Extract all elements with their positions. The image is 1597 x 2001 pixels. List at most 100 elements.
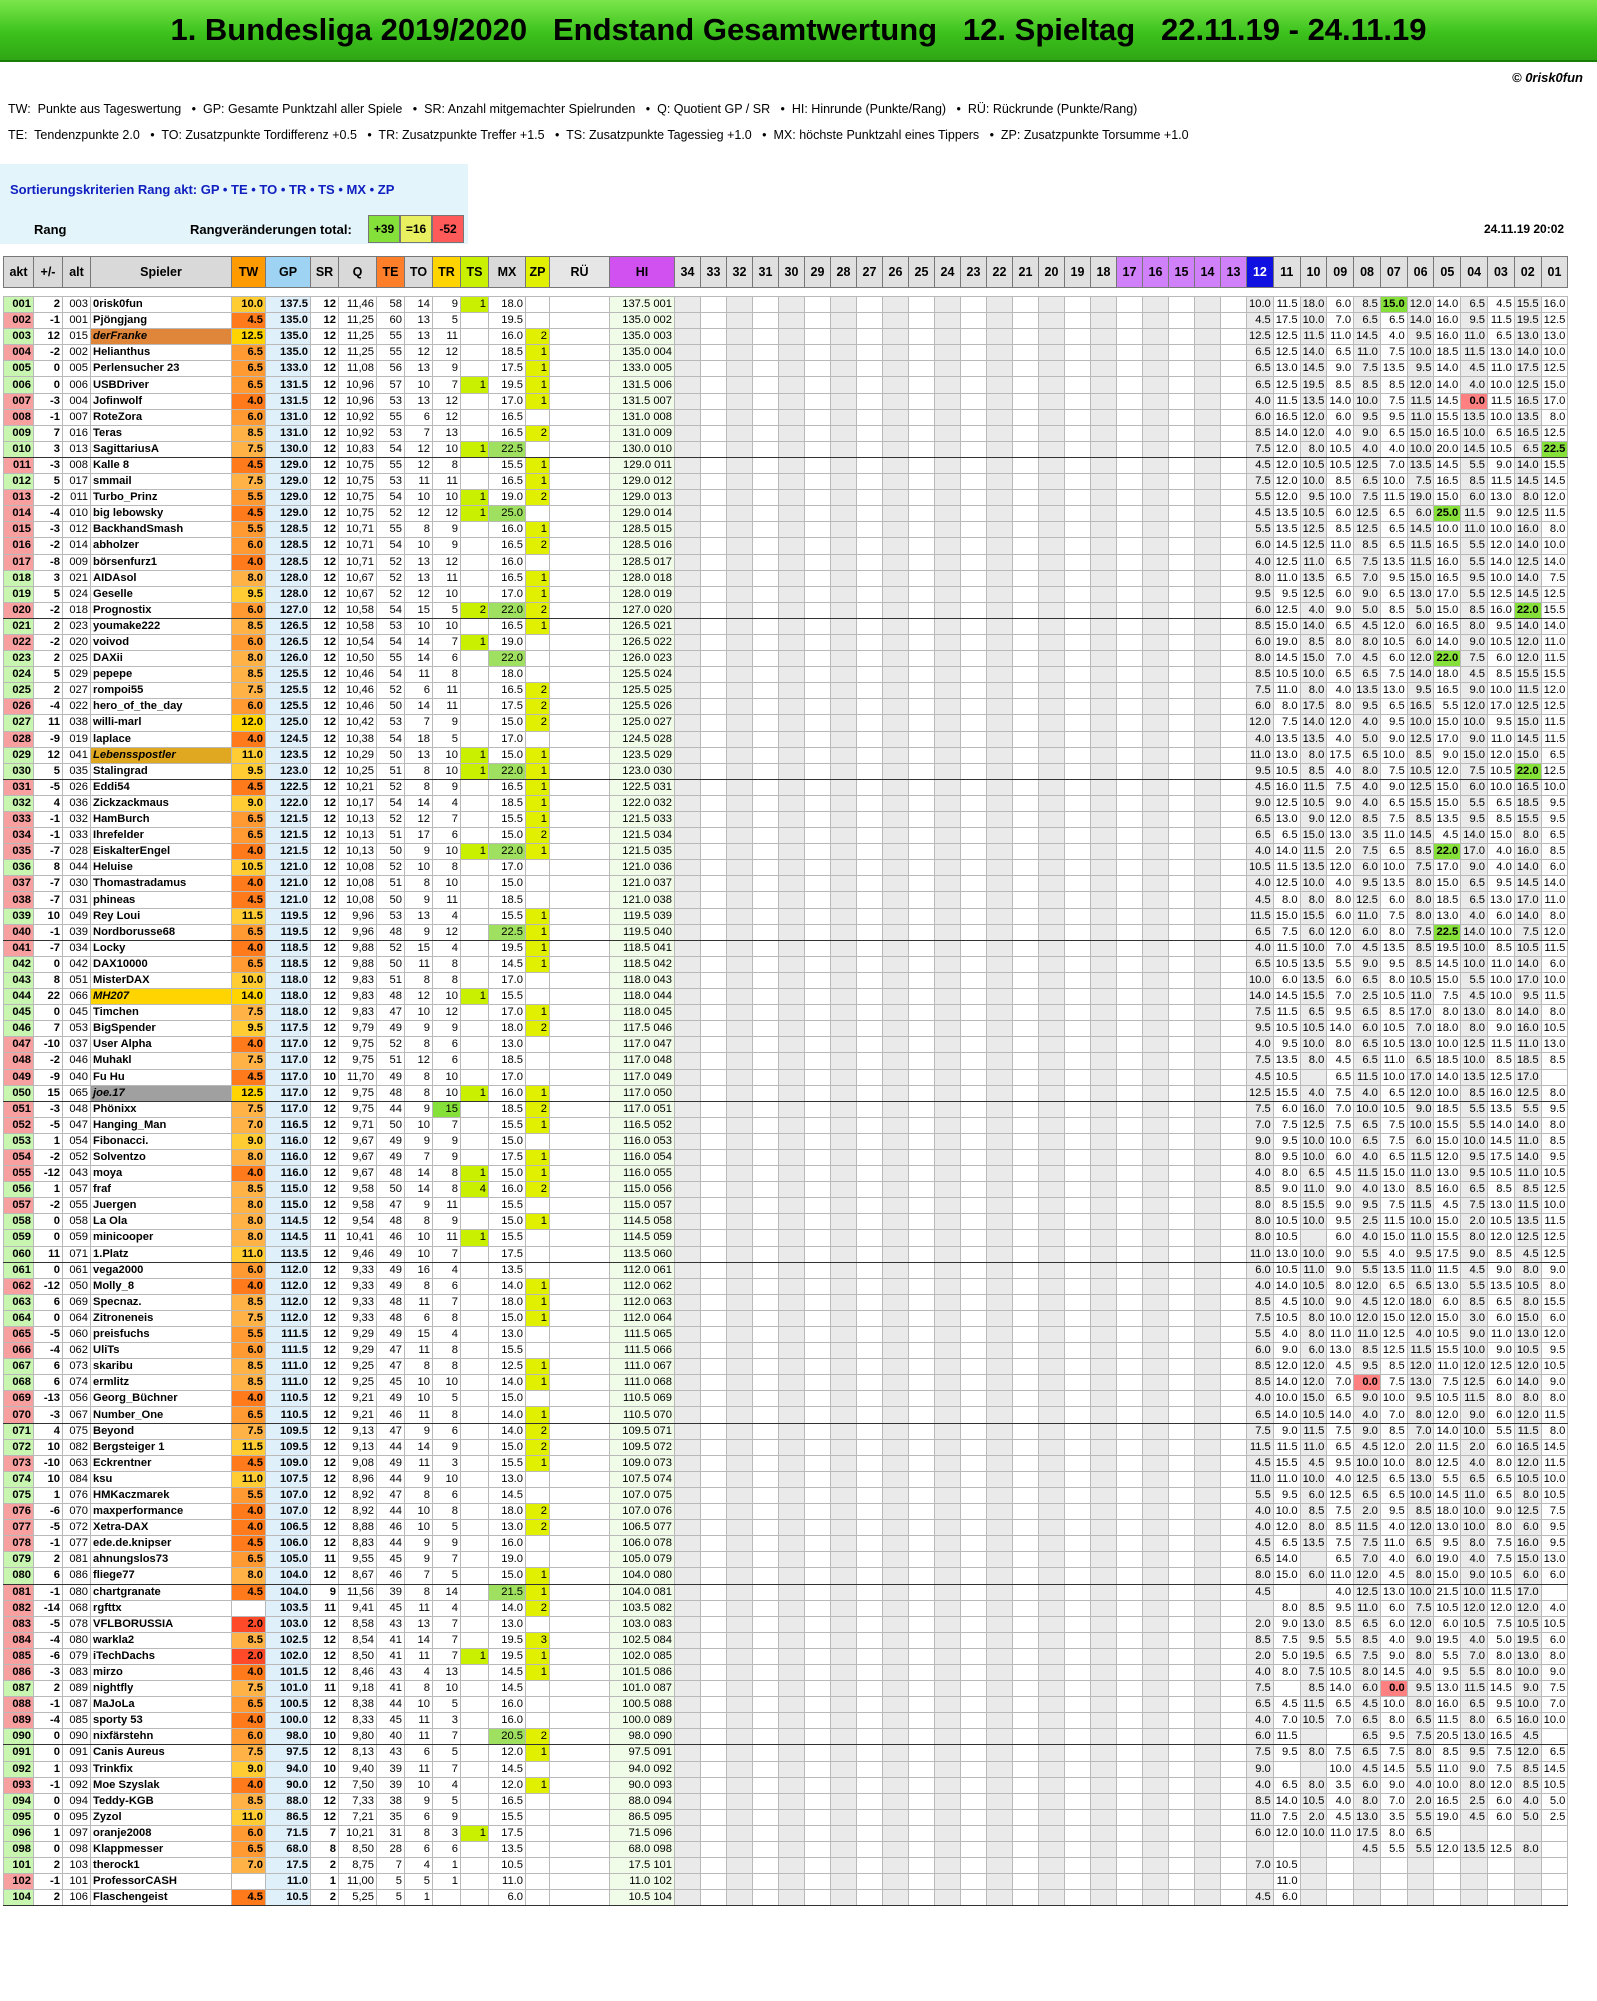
cell-gp: 90.0 bbox=[265, 1776, 311, 1794]
cell-spieler: BigSpender bbox=[90, 1020, 232, 1038]
cell-33 bbox=[700, 1454, 727, 1472]
cell-te: 49 bbox=[376, 1390, 405, 1408]
cell-alt: 070 bbox=[62, 1503, 91, 1521]
cell-01 bbox=[1540, 1583, 1569, 1601]
cell-07: 7.0 bbox=[1379, 1792, 1408, 1810]
cell-04: 9.0 bbox=[1460, 1760, 1489, 1778]
cell-03: 13.0 bbox=[1487, 344, 1515, 362]
cell-15 bbox=[1168, 633, 1195, 652]
cell-05: 14.0 bbox=[1433, 633, 1462, 652]
cell-09: 11.0 bbox=[1326, 328, 1355, 346]
cell-31 bbox=[752, 1486, 779, 1505]
cell-22 bbox=[986, 312, 1013, 330]
cell-31 bbox=[752, 1358, 779, 1376]
cell-to: 12 bbox=[404, 456, 433, 475]
cell-11: 15.0 bbox=[1272, 617, 1301, 635]
cell-08: 4.5 bbox=[1353, 1760, 1381, 1778]
cell-28 bbox=[830, 1647, 857, 1665]
cell-27 bbox=[856, 1663, 883, 1682]
cell-hi: 117.0 048 bbox=[609, 1052, 675, 1070]
cell-10: 15.0 bbox=[1299, 827, 1328, 845]
cell-04: 13.0 bbox=[1460, 1004, 1489, 1022]
cell-ts bbox=[460, 1615, 489, 1633]
cell-gp: 111.5 bbox=[265, 1342, 311, 1360]
cell-alt: 095 bbox=[62, 1808, 91, 1826]
cell-gp: 101.0 bbox=[265, 1680, 311, 1698]
cell-34 bbox=[674, 1663, 701, 1682]
cell-gp: 128.5 bbox=[265, 537, 311, 555]
cell-29 bbox=[804, 1004, 831, 1022]
cell-16 bbox=[1142, 1519, 1169, 1537]
cell-03: 8.0 bbox=[1487, 1004, 1515, 1022]
cell-01: 10.5 bbox=[1540, 1776, 1569, 1794]
cell-29 bbox=[804, 794, 831, 813]
cell-to: 11 bbox=[404, 473, 433, 491]
cell-19 bbox=[1064, 1084, 1091, 1102]
cell-25 bbox=[908, 1824, 935, 1843]
cell-ts bbox=[460, 392, 489, 410]
cell-32 bbox=[726, 1052, 753, 1070]
cell-to: 13 bbox=[404, 907, 433, 925]
cell-26 bbox=[882, 810, 909, 829]
cell-spieler: DAXii bbox=[90, 650, 232, 668]
cell-28 bbox=[830, 1165, 857, 1183]
cell-tr: 7 bbox=[432, 1293, 461, 1311]
cell-sr: 12 bbox=[310, 955, 339, 973]
cell-20 bbox=[1038, 1808, 1065, 1826]
cell-ts bbox=[460, 360, 489, 378]
cell-alt: 072 bbox=[62, 1519, 91, 1537]
cell-08: 6.0 bbox=[1353, 1020, 1381, 1038]
cell-ts bbox=[460, 1309, 489, 1328]
cell-23 bbox=[960, 376, 987, 394]
cell-24 bbox=[934, 875, 961, 893]
cell-mx: 16.5 bbox=[488, 408, 526, 426]
cell-27 bbox=[856, 1470, 883, 1488]
cell-31 bbox=[752, 1551, 779, 1569]
cell-01: 13.0 bbox=[1540, 1551, 1569, 1569]
cell-hi: 71.5 096 bbox=[609, 1824, 675, 1843]
cell-24 bbox=[934, 1084, 961, 1102]
cell-alt: 005 bbox=[62, 360, 91, 378]
cell-07: 6.5 bbox=[1379, 698, 1408, 716]
cell-06: 14.5 bbox=[1406, 827, 1435, 845]
cell-17 bbox=[1116, 907, 1143, 925]
cell-18 bbox=[1090, 295, 1117, 314]
cell-gp: 103.0 bbox=[265, 1615, 311, 1633]
cell-24 bbox=[934, 633, 961, 652]
cell-15 bbox=[1168, 489, 1195, 507]
cell-akt: 040 bbox=[3, 923, 34, 941]
cell-31 bbox=[752, 1084, 779, 1102]
cell-29 bbox=[804, 1165, 831, 1183]
cell-14 bbox=[1194, 601, 1221, 619]
cell-zp: 1 bbox=[525, 1084, 550, 1102]
cell-01: 6.5 bbox=[1540, 746, 1569, 764]
cell-19 bbox=[1064, 859, 1091, 877]
cell-15 bbox=[1168, 1776, 1195, 1794]
cell-15 bbox=[1168, 1551, 1195, 1569]
cell-29 bbox=[804, 1084, 831, 1102]
cell-tr: 9 bbox=[432, 1808, 461, 1826]
cell-: 2 bbox=[33, 1551, 63, 1569]
header-round-26: 26 bbox=[882, 256, 909, 288]
cell-q: 9,75 bbox=[338, 1052, 377, 1070]
cell-24 bbox=[934, 762, 961, 780]
cell-17 bbox=[1116, 843, 1143, 861]
sort-criteria: Sortierungskriterien Rang akt: GP • TE •… bbox=[10, 182, 395, 197]
cell-30 bbox=[778, 521, 805, 539]
cell-15 bbox=[1168, 1181, 1195, 1199]
cell-20 bbox=[1038, 1551, 1065, 1569]
cell-to: 7 bbox=[404, 1148, 433, 1167]
cell-19 bbox=[1064, 1519, 1091, 1537]
cell-32 bbox=[726, 1165, 753, 1183]
cell-26 bbox=[882, 569, 909, 587]
cell-33 bbox=[700, 617, 727, 635]
cell-zp: 1 bbox=[525, 1583, 550, 1601]
cell-01: 10.5 bbox=[1540, 1615, 1569, 1633]
cell-16 bbox=[1142, 1229, 1169, 1247]
cell-26 bbox=[882, 923, 909, 941]
cell-11: 10.5 bbox=[1272, 762, 1301, 780]
cell-07: 14.5 bbox=[1379, 1760, 1408, 1778]
cell-zp: 1 bbox=[525, 1454, 550, 1472]
cell-23 bbox=[960, 312, 987, 330]
cell-10: 12.0 bbox=[1299, 1358, 1328, 1376]
